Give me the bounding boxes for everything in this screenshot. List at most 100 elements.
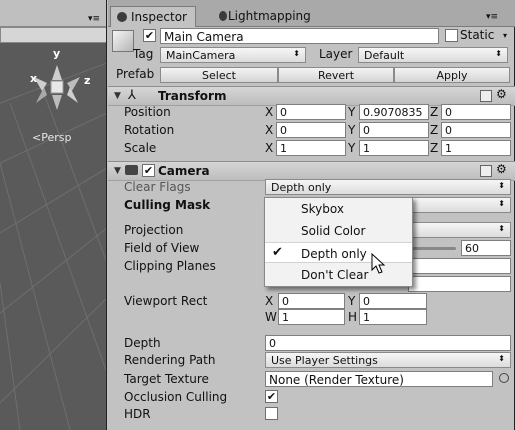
prefab-apply-button[interactable]: Apply — [394, 67, 510, 83]
depth-label: Depth — [124, 336, 161, 350]
persp-label[interactable]: <Persp — [32, 131, 71, 144]
viewport-w-axis: W — [265, 310, 277, 324]
static-checkbox[interactable] — [445, 29, 458, 42]
active-checkbox[interactable]: ✔ — [143, 29, 156, 42]
scale-x-axis: X — [265, 141, 274, 155]
clipping-planes-label: Clipping Planes — [124, 259, 216, 273]
camera-title: Camera — [158, 164, 210, 178]
clipping-far-field[interactable] — [408, 276, 511, 292]
position-x-field[interactable]: 0 — [276, 104, 346, 120]
help-book-icon[interactable] — [480, 90, 492, 102]
gizmo-x-label: x — [30, 72, 38, 85]
panel-menu-icon[interactable]: ▾≡ — [486, 12, 498, 22]
viewport-h-field[interactable]: 1 — [359, 309, 427, 325]
transform-title: Transform — [158, 89, 227, 103]
position-x-axis: X — [265, 105, 274, 119]
tab-lightmapping[interactable]: Lightmapping — [216, 6, 319, 27]
scene-search-field[interactable] — [0, 27, 106, 43]
scale-x-field[interactable]: 1 — [276, 140, 346, 156]
chevron-updown-icon: ⬍ — [498, 181, 505, 190]
viewport-y-axis: Y — [348, 294, 356, 308]
gear-icon[interactable]: ⚙ — [496, 162, 507, 176]
rotation-label: Rotation — [124, 123, 175, 137]
occlusion-culling-label: Occlusion Culling — [124, 390, 228, 404]
viewport-rect-label: Viewport Rect — [124, 294, 208, 308]
object-name-field[interactable]: Main Camera — [160, 28, 439, 44]
gameobject-icon — [112, 30, 134, 52]
rotation-z-axis: Z — [430, 123, 439, 137]
camera-icon — [125, 165, 138, 175]
camera-header[interactable]: ▼ ✔ Camera ⚙ — [108, 161, 515, 181]
scene-gizmo[interactable] — [22, 55, 92, 120]
camera-enabled-checkbox[interactable]: ✔ — [142, 164, 155, 177]
gizmo-z-label: z — [84, 74, 91, 87]
static-dropdown-arrow[interactable]: ▾ — [503, 31, 507, 40]
prefab-select-button[interactable]: Select — [160, 67, 278, 83]
layer-dropdown[interactable]: Default ⬍ — [358, 47, 508, 63]
tab-inspector[interactable]: Inspector — [110, 6, 196, 27]
fov-slider-track[interactable] — [408, 247, 456, 250]
gear-icon[interactable]: ⚙ — [496, 87, 507, 101]
foldout-arrow-icon[interactable]: ▼ — [114, 91, 121, 101]
transform-icon: ⅄ — [128, 88, 136, 103]
tab-lightmapping-label: Lightmapping — [228, 9, 311, 23]
popup-option-skybox[interactable]: Skybox — [265, 198, 412, 219]
scene-tabbar: ▾≡ — [0, 0, 106, 27]
viewport-w-field[interactable]: 1 — [278, 309, 345, 325]
layer-value: Default — [364, 49, 405, 62]
target-texture-field[interactable]: None (Render Texture) — [265, 371, 493, 387]
inspector-tabbar: Inspector Lightmapping ▾≡ — [108, 0, 515, 27]
scene-view[interactable]: ▾≡ y x z <Persp — [0, 0, 107, 430]
rotation-x-axis: X — [265, 123, 274, 137]
layer-label: Layer — [319, 47, 353, 61]
tag-dropdown[interactable]: MainCamera ⬍ — [160, 47, 306, 63]
menu-icon[interactable]: ▾≡ — [88, 14, 100, 24]
transform-header[interactable]: ▼ ⅄ Transform ⚙ — [108, 86, 515, 106]
occlusion-culling-checkbox[interactable]: ✔ — [265, 390, 278, 403]
viewport-h-axis: H — [348, 310, 358, 324]
popup-option-dont-clear[interactable]: Don't Clear — [265, 264, 412, 285]
rotation-y-axis: Y — [348, 123, 356, 137]
scale-y-field[interactable]: 1 — [359, 140, 429, 156]
clear-flags-dropdown[interactable]: Depth only ⬍ — [265, 179, 511, 195]
rotation-x-field[interactable]: 0 — [276, 122, 346, 138]
scale-z-field[interactable]: 1 — [441, 140, 511, 156]
rendering-path-dropdown[interactable]: Use Player Settings ⬍ — [265, 352, 511, 368]
target-texture-label: Target Texture — [124, 372, 209, 386]
gizmo-y-label: y — [53, 47, 61, 60]
chevron-updown-icon: ⬍ — [293, 49, 300, 58]
mouse-cursor-icon — [371, 253, 386, 274]
info-icon — [117, 12, 127, 22]
tab-inspector-label: Inspector — [131, 10, 187, 24]
culling-mask-label: Culling Mask — [124, 198, 211, 212]
rotation-y-field[interactable]: 0 — [359, 122, 429, 138]
rendering-path-value: Use Player Settings — [271, 354, 378, 367]
projection-label: Projection — [124, 223, 184, 237]
depth-field[interactable]: 0 — [265, 335, 511, 351]
chevron-updown-icon: ⬍ — [498, 224, 505, 233]
clipping-near-field[interactable] — [408, 258, 511, 274]
foldout-arrow-icon[interactable]: ▼ — [114, 166, 121, 176]
clear-flags-value: Depth only — [271, 181, 332, 194]
tag-value: MainCamera — [166, 49, 236, 62]
checkmark-icon: ✔ — [272, 245, 283, 260]
position-y-axis: Y — [348, 105, 356, 119]
popup-option-depth-only[interactable]: ✔ Depth only — [265, 242, 412, 263]
position-y-field[interactable]: 0.9070835 — [359, 104, 429, 120]
viewport-x-field[interactable]: 0 — [278, 293, 345, 309]
fov-field[interactable]: 60 — [461, 240, 511, 256]
hdr-checkbox[interactable] — [265, 407, 278, 420]
position-z-field[interactable]: 0 — [441, 104, 511, 120]
hdr-label: HDR — [124, 407, 151, 421]
viewport-y-field[interactable]: 0 — [359, 293, 427, 309]
position-z-axis: Z — [430, 105, 439, 119]
popup-option-solid-color[interactable]: Solid Color — [265, 220, 412, 241]
static-label: Static — [460, 28, 495, 42]
help-book-icon[interactable] — [480, 165, 492, 177]
tag-label: Tag — [133, 47, 154, 61]
scrollbar[interactable] — [508, 27, 514, 430]
prefab-revert-button[interactable]: Revert — [278, 67, 394, 83]
clear-flags-label: Clear Flags — [124, 180, 191, 194]
rotation-z-field[interactable]: 0 — [441, 122, 511, 138]
clear-flags-popup: Skybox Solid Color ✔ Depth only Don't Cl… — [264, 197, 413, 287]
